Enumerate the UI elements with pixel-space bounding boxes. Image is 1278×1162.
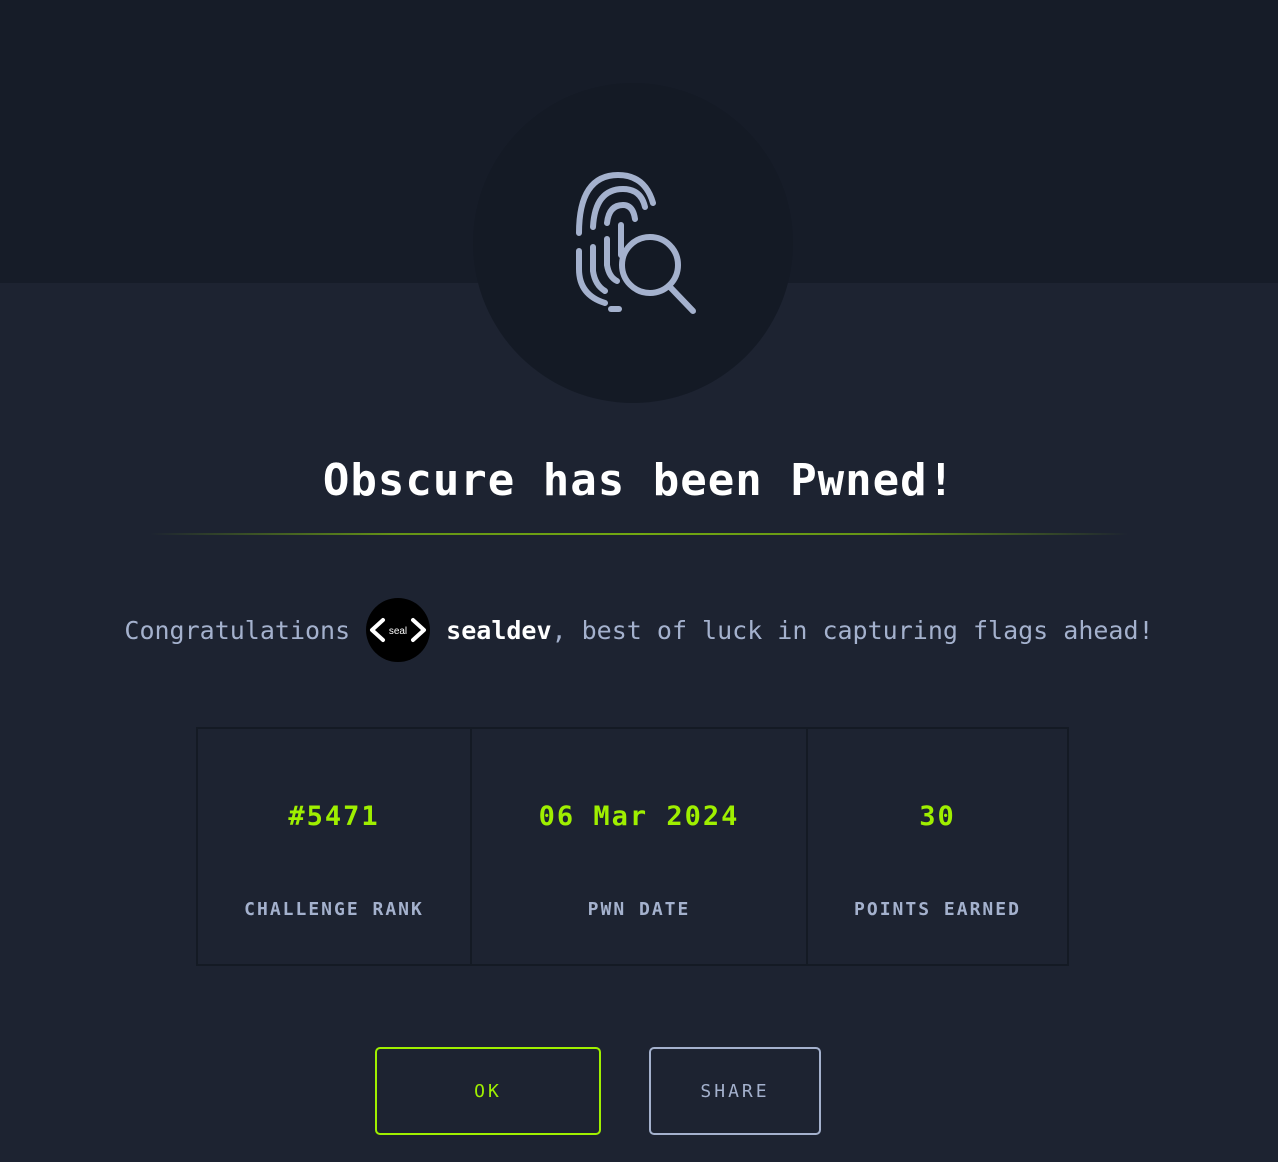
challenge-icon-circle [473,83,793,403]
avatar: seal [366,598,431,662]
stat-points-earned: 30 POINTS EARNED [808,729,1067,964]
fingerprint-search-icon [576,171,696,314]
ok-button[interactable]: OK [375,1047,601,1135]
congrats-message: Congratulations seal sealdev , best of l… [0,598,1278,662]
congrats-suffix: , best of luck in capturing flags ahead! [551,615,1154,645]
points-earned-label: POINTS EARNED [854,899,1021,920]
pwn-date-label: PWN DATE [587,899,691,920]
svg-text:seal: seal [389,626,407,637]
stat-pwn-date: 06 Mar 2024 PWN DATE [472,729,808,964]
title-divider [150,533,1128,535]
seal-logo-icon: seal [370,618,427,642]
challenge-rank-value: #5471 [288,801,380,832]
challenge-rank-label: CHALLENGE RANK [244,899,424,920]
points-earned-value: 30 [919,801,956,832]
username: sealdev [446,615,552,645]
stats-panel: #5471 CHALLENGE RANK 06 Mar 2024 PWN DAT… [196,727,1069,966]
congrats-prefix: Congratulations [124,615,351,645]
share-button[interactable]: SHARE [649,1047,821,1135]
page-title: Obscure has been Pwned! [322,455,956,506]
pwn-date-value: 06 Mar 2024 [538,801,740,832]
stat-challenge-rank: #5471 CHALLENGE RANK [198,729,472,964]
